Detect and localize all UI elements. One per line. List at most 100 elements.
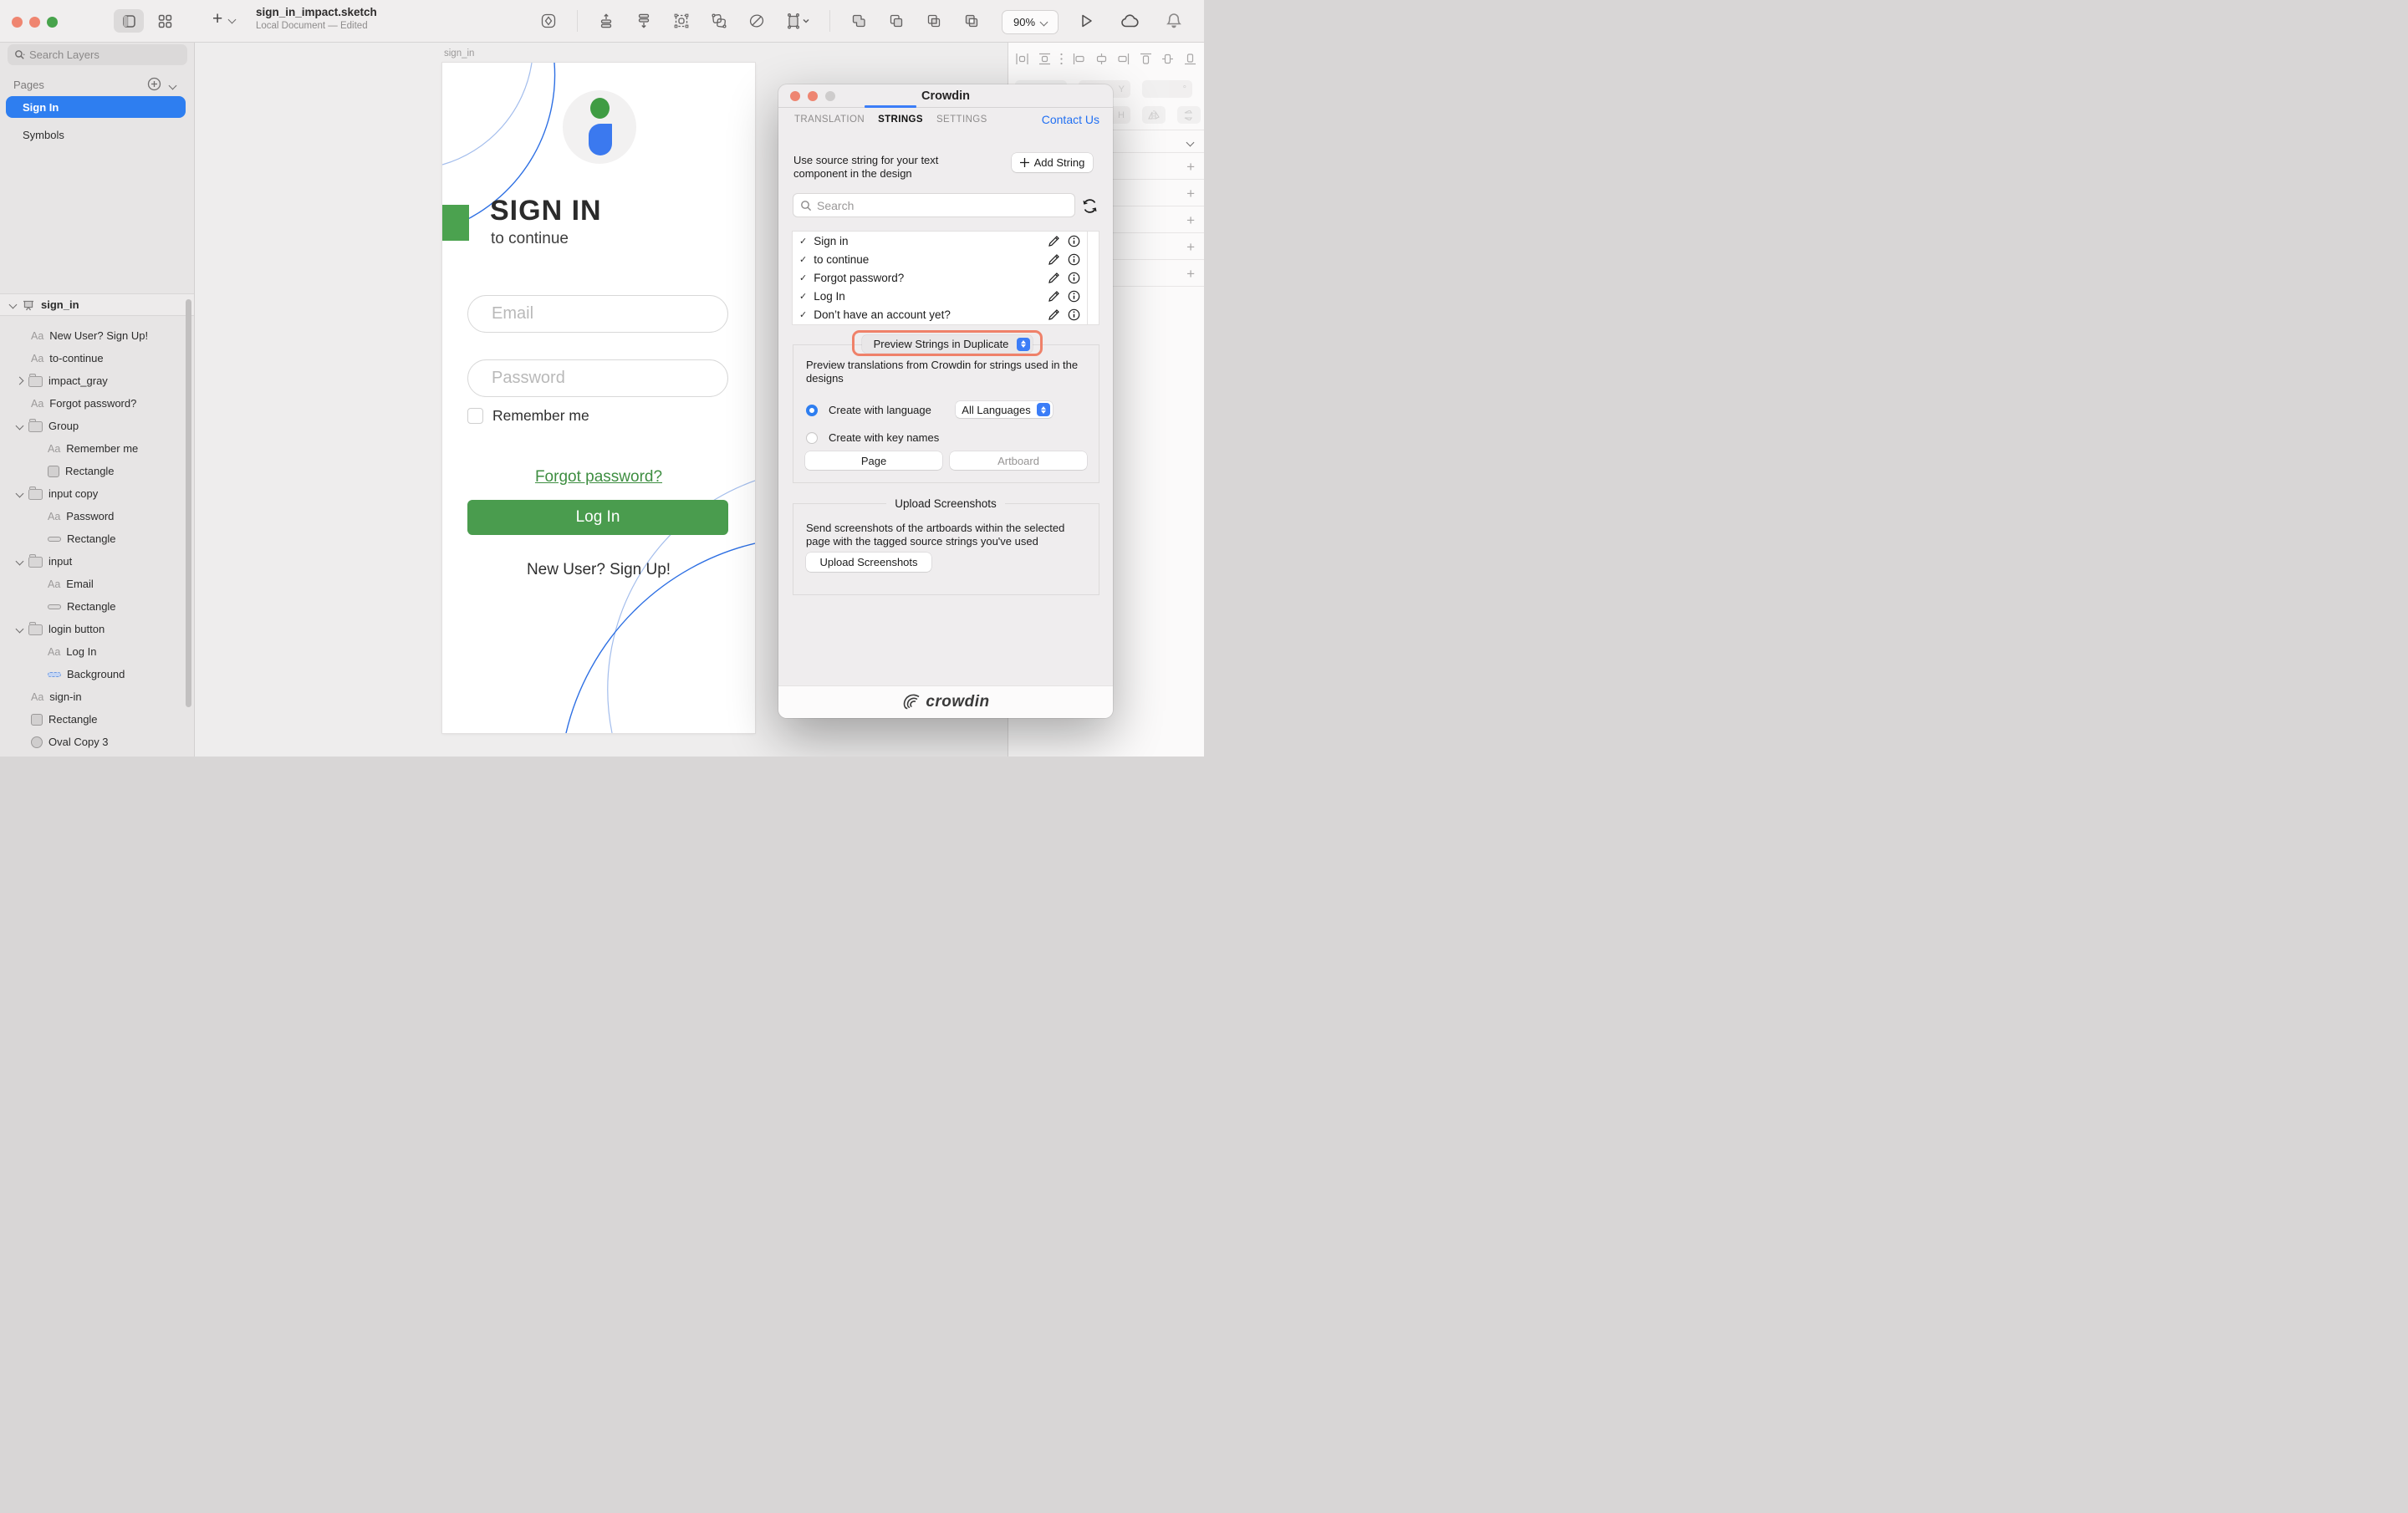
string-info-icon[interactable] (1068, 253, 1080, 266)
cloud-sync-icon[interactable] (1120, 13, 1141, 29)
edit-string-icon[interactable] (1048, 235, 1060, 247)
layer-row[interactable]: Aasign-in (0, 685, 194, 708)
layer-row[interactable]: AaNew User? Sign Up! (0, 324, 194, 347)
disclosure-chevron-icon[interactable] (16, 625, 24, 634)
layer-row[interactable]: AaPassword (0, 505, 194, 527)
contact-us-link[interactable]: Contact Us (1042, 113, 1099, 126)
create-with-language-option[interactable]: Create with language (806, 404, 931, 416)
section-collapse-icon[interactable] (1186, 139, 1195, 147)
boolean-subtract-icon[interactable] (887, 12, 906, 30)
disclosure-chevron-icon[interactable] (16, 422, 24, 430)
boolean-intersect-icon[interactable] (925, 12, 943, 30)
more-options-dots-icon[interactable] (1059, 52, 1064, 66)
artboard-title[interactable]: sign_in (444, 48, 474, 59)
canvas-heading[interactable]: SIGN IN (490, 195, 602, 227)
add-style-button[interactable]: + (1186, 186, 1195, 202)
string-info-icon[interactable] (1068, 308, 1080, 321)
layer-row-artboard[interactable]: sign_in (0, 293, 194, 316)
layer-row[interactable]: Rectangle (0, 708, 194, 731)
remember-me-checkbox[interactable] (467, 408, 483, 424)
distribute-vertically-icon[interactable] (1038, 52, 1052, 66)
disclosure-chevron-icon[interactable] (16, 490, 24, 498)
email-field[interactable]: Email (467, 295, 728, 333)
add-style-button[interactable]: + (1186, 239, 1195, 256)
distribute-up-icon[interactable] (597, 12, 615, 30)
log-in-button[interactable]: Log In (467, 500, 728, 535)
upload-screenshots-button[interactable]: Upload Screenshots (806, 553, 931, 572)
align-left-icon[interactable] (1072, 52, 1086, 66)
layer-row[interactable]: Rectangle (0, 527, 194, 550)
edit-string-icon[interactable] (1048, 308, 1060, 321)
string-info-icon[interactable] (1068, 272, 1080, 284)
add-page-icon[interactable] (147, 77, 161, 91)
layer-row[interactable]: input copy (0, 482, 194, 505)
sidebar-scrollbar[interactable] (186, 299, 191, 707)
toggle-sidebar-button[interactable] (114, 9, 144, 33)
flip-vertical-button[interactable] (1177, 106, 1201, 124)
add-string-button[interactable]: Add String (1012, 153, 1093, 172)
distribute-horizontally-icon[interactable] (1015, 52, 1029, 66)
sidebar-page-symbols[interactable]: Symbols (6, 124, 186, 145)
vector-tool-icon[interactable] (539, 12, 558, 30)
preview-strings-select[interactable]: Preview Strings in Duplicate (862, 335, 1033, 353)
zoom-level-select[interactable]: 90% (1002, 10, 1059, 34)
edit-string-icon[interactable] (1048, 253, 1060, 266)
scale-tool-icon[interactable] (785, 12, 810, 30)
string-info-icon[interactable] (1068, 290, 1080, 303)
distribute-down-icon[interactable] (635, 12, 653, 30)
artboard-button[interactable]: Artboard (950, 451, 1087, 470)
mask-tool-icon[interactable] (747, 12, 766, 30)
layer-row[interactable]: login button (0, 618, 194, 640)
rotation-field[interactable]: ° (1142, 80, 1192, 98)
tab-translation[interactable]: TRANSLATION (794, 115, 865, 125)
layer-row[interactable]: Rectangle (0, 595, 194, 618)
close-window-button[interactable] (12, 17, 23, 28)
group-icon[interactable] (672, 12, 691, 30)
search-layers-field[interactable]: Search Layers (8, 44, 187, 65)
align-middle-vertical-icon[interactable] (1161, 52, 1175, 66)
disclosure-chevron-icon[interactable] (16, 377, 24, 385)
add-style-button[interactable]: + (1186, 159, 1195, 176)
layer-row[interactable]: AaLog In (0, 640, 194, 663)
string-info-icon[interactable] (1068, 235, 1080, 247)
dialog-search-field[interactable]: Search (793, 193, 1075, 217)
password-field[interactable]: Password (467, 359, 728, 397)
page-button[interactable]: Page (805, 451, 942, 470)
forgot-password-link[interactable]: Forgot password? (442, 468, 755, 487)
layer-row[interactable]: Aato-continue (0, 347, 194, 369)
radio-selected-icon[interactable] (806, 405, 818, 416)
layer-row[interactable]: Group (0, 415, 194, 437)
boolean-difference-icon[interactable] (962, 12, 981, 30)
disclosure-chevron-icon[interactable] (16, 558, 24, 566)
insert-button[interactable]: + (212, 11, 235, 28)
tab-settings[interactable]: SETTINGS (936, 115, 987, 125)
layer-row[interactable]: Oval Copy 3 (0, 731, 194, 753)
heading-accent-rectangle[interactable] (442, 205, 469, 241)
layer-row[interactable]: input (0, 550, 194, 573)
add-style-button[interactable]: + (1186, 266, 1195, 283)
align-top-icon[interactable] (1139, 52, 1153, 66)
string-row[interactable]: ✓ Sign in (793, 235, 1099, 247)
create-with-key-names-option[interactable]: Create with key names (806, 431, 939, 444)
flip-horizontal-button[interactable] (1142, 106, 1166, 124)
align-right-icon[interactable] (1116, 52, 1130, 66)
canvas-subheading[interactable]: to continue (491, 230, 569, 248)
remember-me-group[interactable]: Remember me (467, 407, 589, 425)
edit-string-icon[interactable] (1048, 290, 1060, 303)
preview-play-icon[interactable] (1077, 12, 1095, 30)
tab-strings[interactable]: STRINGS (878, 115, 923, 125)
language-select[interactable]: All Languages (956, 401, 1053, 418)
notifications-bell-icon[interactable] (1166, 12, 1182, 30)
string-row[interactable]: ✓ Forgot password? (793, 272, 1099, 284)
align-center-horizontal-icon[interactable] (1094, 52, 1109, 66)
string-row[interactable]: ✓ Log In (793, 290, 1099, 303)
add-style-button[interactable]: + (1186, 212, 1195, 229)
layer-row[interactable]: AaForgot password? (0, 392, 194, 415)
align-bottom-icon[interactable] (1183, 52, 1197, 66)
string-row[interactable]: ✓ to continue (793, 253, 1099, 266)
layer-row[interactable]: Rectangle (0, 460, 194, 482)
zoom-window-button[interactable] (47, 17, 58, 28)
layer-row[interactable]: AaRemember me (0, 437, 194, 460)
sidebar-page-sign-in[interactable]: Sign In (6, 96, 186, 118)
ungroup-icon[interactable] (710, 12, 728, 30)
